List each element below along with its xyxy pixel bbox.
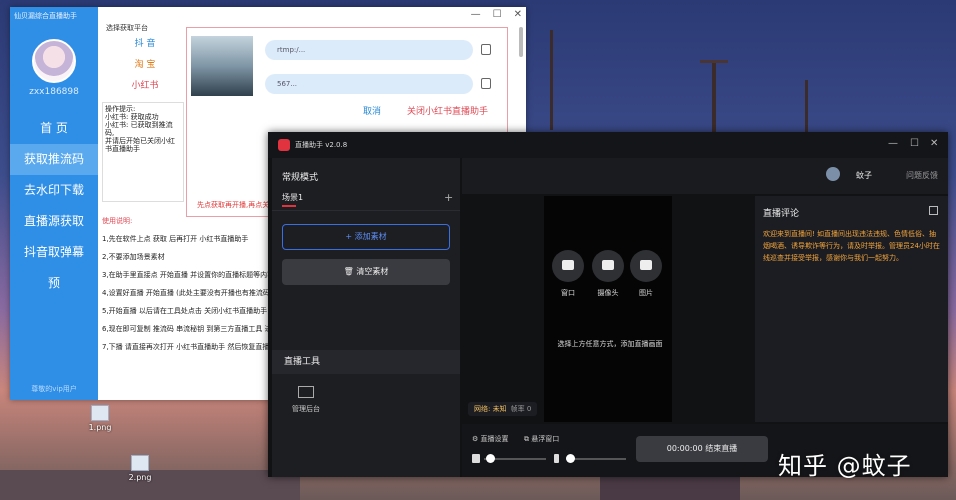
frame-rate: 帧率 0: [510, 405, 532, 413]
source-window-button[interactable]: 窗口: [552, 250, 584, 298]
desktop-file-icon[interactable]: 2.png: [115, 455, 165, 482]
scrollbar[interactable]: [519, 27, 523, 57]
live-timer: 00:00:00: [666, 444, 703, 453]
vip-footer: 尊敬的vip用户: [31, 385, 77, 393]
live-settings-label: 直播设置: [480, 435, 509, 443]
desktop-file-label: 1.png: [88, 423, 112, 432]
live-settings-button[interactable]: ⚙ 直播设置: [472, 434, 509, 444]
scenery-pole: [550, 30, 553, 130]
comments-heading: 直播评论: [763, 209, 800, 219]
camera-icon: [592, 250, 624, 282]
close-icon[interactable]: ✕: [514, 9, 522, 20]
scene-panel: 常规模式 场景1 + + 添加素材 🗑 清空素材 直播工具 管理后台: [272, 158, 460, 477]
rtmp-field[interactable]: rtmp:/...: [265, 40, 473, 60]
feedback-link[interactable]: 问题反馈: [906, 170, 938, 181]
operation-tips: 操作提示: 小红书: 获取成功 小红书: 已获取到推流码, 并请后开始已关闭小红…: [102, 102, 184, 202]
speaker-volume-slider[interactable]: [472, 454, 548, 464]
comments-notice: 欢迎来到直播间! 如直播间出现违法违规、色情低俗、抽烟喝酒、诱导欺诈等行为，请及…: [763, 230, 940, 262]
live-preview: 窗口 摄像头 图片 选择上方任意方式，添加直播画面: [544, 196, 672, 422]
watermark: 知乎 @蚊子: [778, 452, 912, 480]
cancel-button[interactable]: 取消: [363, 104, 381, 117]
scenery-pole: [712, 60, 716, 140]
app-logo-icon: [278, 139, 290, 151]
tools-heading: 直播工具: [272, 350, 460, 374]
slider-knob[interactable]: [486, 454, 495, 463]
source-label: 窗口: [561, 289, 575, 297]
network-status: 网络: 未知 帧率 0: [468, 402, 538, 416]
comments-panel: 直播评论 欢迎来到直播间! 如直播间出现违法违规、色情低俗、抽烟喝酒、诱导欺诈等…: [755, 196, 948, 422]
image-file-icon: [91, 405, 109, 421]
desktop-file-icon[interactable]: 1.png: [75, 405, 125, 432]
avatar[interactable]: [826, 167, 840, 181]
platform-xiaohongshu-button[interactable]: 小红书: [106, 77, 184, 96]
minimize-icon[interactable]: —: [471, 9, 481, 20]
nav-get-stream-code[interactable]: 获取推流码: [10, 144, 98, 175]
copy-icon[interactable]: [481, 44, 491, 55]
nav-preview[interactable]: 预: [10, 268, 98, 299]
tool-label: 管理后台: [292, 405, 320, 413]
float-window-button[interactable]: ⧉ 悬浮窗口: [524, 434, 559, 444]
maximize-icon[interactable]: ☐: [493, 9, 502, 20]
external-link-icon[interactable]: [929, 206, 938, 215]
nav-douyin-danmaku[interactable]: 抖音取弹幕: [10, 237, 98, 268]
app-title: 直播助手 v2.0.8: [295, 141, 348, 149]
image-icon: [630, 250, 662, 282]
platform-title: 选择获取平台: [106, 24, 148, 32]
app-title: 仙贝漏综合直播助手: [14, 12, 77, 20]
source-label: 摄像头: [597, 289, 619, 297]
mic-volume-slider[interactable]: [554, 454, 630, 464]
mode-label: 常规模式: [282, 173, 319, 183]
maximize-icon[interactable]: ☐: [910, 138, 919, 149]
avatar: [32, 39, 76, 83]
platform-selector: 选择获取平台 抖 音 淘 宝 小红书: [106, 23, 184, 96]
copy-icon[interactable]: [481, 78, 491, 89]
slider-knob[interactable]: [566, 454, 575, 463]
preview-hint: 选择上方任意方式，添加直播画面: [557, 340, 663, 348]
source-image-button[interactable]: 图片: [630, 250, 662, 298]
minimize-icon[interactable]: —: [888, 138, 898, 149]
desktop-file-label: 2.png: [128, 473, 152, 482]
username: zxx186898: [29, 87, 79, 97]
speaker-icon: [472, 454, 480, 463]
platform-douyin-button[interactable]: 抖 音: [106, 35, 184, 54]
titlebar: 直播助手 v2.0.8 — ☐ ✕: [268, 132, 948, 158]
network-label: 网络: 未知: [474, 405, 507, 413]
nav-live-source[interactable]: 直播源获取: [10, 206, 98, 237]
top-user-bar: 蚊子 问题反馈: [462, 158, 948, 194]
scenery-pole: [700, 60, 728, 63]
cover-image: [191, 36, 253, 96]
gear-icon: ⚙: [472, 435, 481, 443]
tab-underline: [282, 205, 296, 207]
add-material-button[interactable]: + 添加素材: [282, 224, 450, 250]
add-scene-icon[interactable]: +: [444, 191, 453, 204]
microphone-icon: [554, 454, 559, 463]
window-controls: — ☐ ✕: [459, 9, 522, 20]
monitor-icon: [552, 250, 584, 282]
float-window-label: 悬浮窗口: [531, 435, 560, 443]
trash-icon: 🗑: [343, 267, 357, 276]
clear-material-label: 清空素材: [356, 267, 389, 276]
image-file-icon: [131, 455, 149, 471]
slider-track: [566, 458, 626, 460]
divider: [272, 210, 460, 211]
username[interactable]: 蚊子: [856, 170, 872, 181]
tab-scene-1[interactable]: 场景1: [282, 192, 303, 203]
monitor-icon: [298, 386, 314, 398]
helper-sidebar: 仙贝漏综合直播助手 zxx186898 首 页 获取推流码 去水印下载 直播源获…: [10, 7, 98, 400]
stream-key-field[interactable]: 567...: [265, 74, 473, 94]
live-assistant-window: 直播助手 v2.0.8 — ☐ ✕ 常规模式 场景1 + + 添加素材 🗑 清空…: [268, 132, 948, 477]
clear-material-button[interactable]: 🗑 清空素材: [282, 259, 450, 285]
end-live-label: 结束直播: [705, 444, 738, 453]
source-label: 图片: [639, 289, 653, 297]
close-icon[interactable]: ✕: [930, 138, 938, 149]
platform-taobao-button[interactable]: 淘 宝: [106, 56, 184, 75]
scenery-pole: [805, 80, 808, 140]
close-helper-button[interactable]: 关闭小红书直播助手: [407, 104, 488, 117]
nav-watermark-download[interactable]: 去水印下载: [10, 175, 98, 206]
source-camera-button[interactable]: 摄像头: [592, 250, 624, 298]
end-live-button[interactable]: 00:00:00 结束直播: [636, 436, 768, 462]
tool-admin-backend[interactable]: 管理后台: [286, 386, 326, 414]
nav-home[interactable]: 首 页: [10, 113, 98, 144]
